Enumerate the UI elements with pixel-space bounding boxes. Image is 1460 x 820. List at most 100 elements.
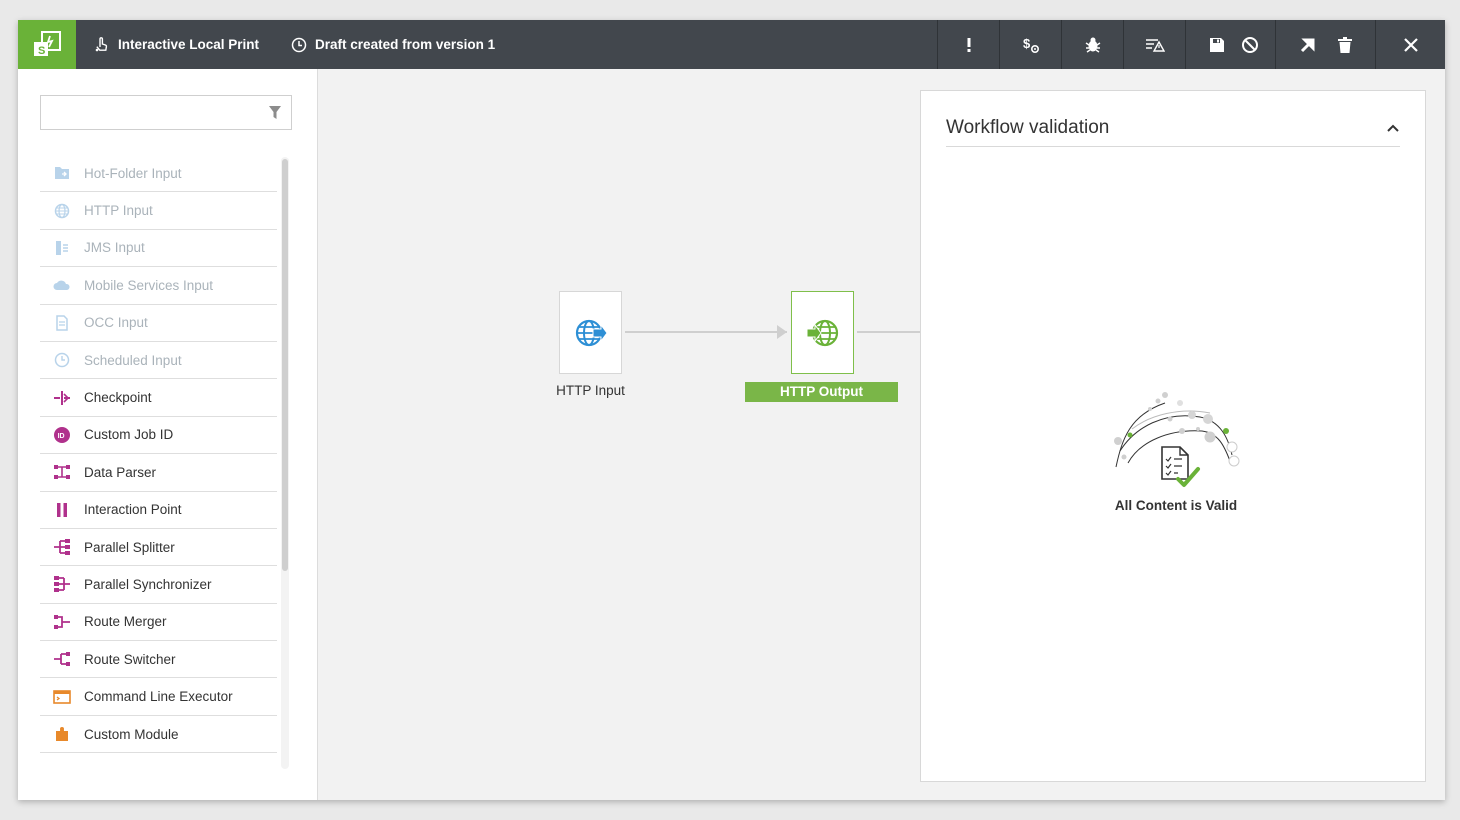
list-item-interaction-point[interactable]: Interaction Point <box>40 492 277 529</box>
export-button[interactable] <box>1275 20 1315 69</box>
list-item-label: Parallel Synchronizer <box>84 576 212 592</box>
dollar-settings-icon: $ <box>1023 36 1039 53</box>
node-http-output[interactable] <box>791 291 854 374</box>
list-item-label: OCC Input <box>84 315 148 331</box>
node-http-input[interactable] <box>559 291 622 374</box>
node-label-http-input: HTTP Input <box>556 383 625 398</box>
delete-button[interactable] <box>1315 20 1375 69</box>
list-item-label: HTTP Input <box>84 203 153 219</box>
discard-button[interactable] <box>1225 20 1275 69</box>
exclamation-icon <box>967 37 970 52</box>
export-arrow-icon <box>1300 38 1315 52</box>
list-item-scheduled-input[interactable]: Scheduled Input <box>40 342 277 380</box>
app-logo-icon[interactable]: S <box>18 20 76 69</box>
node-label-http-output: HTTP Output <box>745 382 898 402</box>
list-item-route-switcher[interactable]: Route Switcher <box>40 641 277 679</box>
list-item-checkpoint[interactable]: Checkpoint <box>40 379 277 417</box>
validation-panel-header: Workflow validation <box>946 109 1400 147</box>
list-item-http-input[interactable]: HTTP Input <box>40 192 277 230</box>
document-icon <box>52 315 72 331</box>
search-box <box>40 95 292 130</box>
list-item-label: Checkpoint <box>84 390 152 406</box>
search-input[interactable] <box>41 96 261 129</box>
clock-icon <box>52 352 72 368</box>
list-item-parallel-synchronizer[interactable]: Parallel Synchronizer <box>40 566 277 604</box>
sidebar-scrollbar[interactable] <box>281 157 289 769</box>
list-item-label: Parallel Splitter <box>84 539 175 555</box>
list-item-label: Custom Job ID <box>84 427 174 443</box>
cost-settings-button[interactable]: $ <box>999 20 1061 69</box>
list-item-label: Route Switcher <box>84 651 176 667</box>
list-item-hot-folder-input[interactable]: Hot-Folder Input <box>40 155 277 193</box>
folder-input-icon <box>52 165 72 181</box>
list-item-label: Interaction Point <box>84 502 182 518</box>
hand-pointer-icon <box>95 36 108 51</box>
pause-icon <box>52 502 72 518</box>
workflow-validation-panel: Workflow validation All Content is Valid <box>920 90 1426 782</box>
top-bar: S Interactive Local Print Draft created … <box>18 20 1445 69</box>
workflow-name-label: Interactive Local Print <box>118 37 260 52</box>
svg-text:S: S <box>38 45 45 57</box>
filter-icon[interactable] <box>269 106 281 119</box>
list-item-label: Hot-Folder Input <box>84 165 182 181</box>
connector-arrow-icon <box>777 325 787 339</box>
list-item-command-line-executor[interactable]: Command Line Executor <box>40 678 277 716</box>
terminal-icon <box>52 689 72 705</box>
route-merger-icon <box>52 614 72 630</box>
list-item-mobile-services-input[interactable]: Mobile Services Input <box>40 267 277 305</box>
chevron-up-icon[interactable] <box>1386 123 1400 133</box>
globe-output-icon <box>806 319 838 346</box>
list-item-data-parser[interactable]: Data Parser <box>40 454 277 492</box>
validation-result: All Content is Valid <box>1101 389 1251 513</box>
svg-text:$: $ <box>1023 36 1031 51</box>
ban-icon <box>1242 36 1258 53</box>
app-window: S Interactive Local Print Draft created … <box>18 20 1445 800</box>
list-item-parallel-splitter[interactable]: Parallel Splitter <box>40 529 277 567</box>
list-item-label: Route Merger <box>84 614 167 630</box>
jms-icon <box>52 240 72 256</box>
debug-button[interactable] <box>1061 20 1123 69</box>
list-warning-icon <box>1145 38 1165 52</box>
validation-status-text: All Content is Valid <box>1114 498 1238 513</box>
cloud-icon <box>52 277 72 293</box>
draft-status-label: Draft created from version 1 <box>315 37 496 52</box>
globe-icon <box>575 319 607 346</box>
list-item-label: Scheduled Input <box>84 352 182 368</box>
route-switcher-icon <box>52 651 72 667</box>
data-parser-icon <box>52 464 72 480</box>
list-item-label: Data Parser <box>84 464 157 480</box>
globe-icon <box>52 203 72 219</box>
close-button[interactable] <box>1375 20 1445 69</box>
validation-list-button[interactable] <box>1123 20 1185 69</box>
valid-content-illustration-icon <box>1114 392 1240 487</box>
list-item-route-merger[interactable]: Route Merger <box>40 604 277 642</box>
component-list: Hot-Folder Input HTTP Input JMS Input Mo… <box>40 155 277 767</box>
id-badge-icon: ID <box>52 426 72 443</box>
sidebar-scroll-thumb[interactable] <box>282 159 288 571</box>
list-item-label: Mobile Services Input <box>84 277 214 293</box>
clock-icon <box>291 37 307 52</box>
bug-icon <box>1085 37 1100 53</box>
puzzle-icon <box>52 726 72 742</box>
save-icon <box>1210 37 1224 52</box>
trash-icon <box>1338 36 1352 53</box>
draft-status: Draft created from version 1 <box>291 37 495 53</box>
synchronizer-icon <box>52 576 72 593</box>
toolbar: $ <box>937 20 1445 69</box>
connector-line-out <box>857 331 921 333</box>
close-icon <box>1403 37 1418 52</box>
workflow-name[interactable]: Interactive Local Print <box>94 36 260 53</box>
component-sidebar: Hot-Folder Input HTTP Input JMS Input Mo… <box>18 69 318 800</box>
list-item-custom-module[interactable]: Custom Module <box>40 716 277 754</box>
workflow-canvas[interactable]: HTTP Input HTTP Output Workflow validati… <box>319 69 1445 800</box>
list-item-custom-job-id[interactable]: ID Custom Job ID <box>40 417 277 455</box>
validation-panel-title: Workflow validation <box>946 116 1110 138</box>
list-item-jms-input[interactable]: JMS Input <box>40 230 277 268</box>
list-item-label: Command Line Executor <box>84 689 233 705</box>
validate-button[interactable] <box>937 20 999 69</box>
list-item-occ-input[interactable]: OCC Input <box>40 305 277 342</box>
checkpoint-icon <box>52 390 72 406</box>
splitter-icon <box>52 539 72 556</box>
list-item-label: JMS Input <box>84 240 145 256</box>
save-button[interactable] <box>1185 20 1225 69</box>
